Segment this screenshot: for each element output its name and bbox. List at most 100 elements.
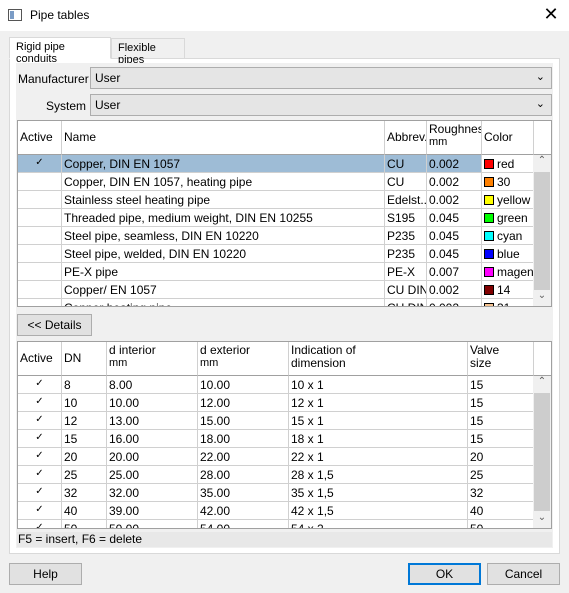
dimension-table-scrollbar[interactable]: ⌃ ⌄ bbox=[533, 376, 551, 528]
system-value: User bbox=[95, 98, 121, 112]
cell-de: 18.00 bbox=[198, 430, 289, 448]
col-valve-size[interactable]: Valve size bbox=[468, 342, 534, 376]
table-row[interactable]: Copper, DIN EN 1057, heating pipe CU 0.002… bbox=[18, 173, 534, 191]
scroll-up-icon[interactable]: ⌃ bbox=[533, 376, 551, 393]
manufacturer-label: Manufacturer bbox=[18, 72, 89, 86]
cell-ind: 15 x 1 bbox=[289, 412, 468, 430]
cell-di: 39.00 bbox=[107, 502, 198, 520]
scrollbar-thumb[interactable] bbox=[534, 172, 550, 290]
table-row[interactable]: ✓ Copper, DIN EN 1057 CU 0.002 red bbox=[18, 155, 534, 173]
scroll-up-icon[interactable]: ⌃ bbox=[533, 155, 551, 172]
tab-rigid-pipe-conduits[interactable]: Rigid pipe conduits bbox=[9, 37, 111, 65]
cell-color[interactable]: yellow bbox=[482, 191, 534, 209]
table-row[interactable]: Steel pipe, welded, DIN EN 10220 P235 0.04… bbox=[18, 245, 534, 263]
cell-ind: 10 x 1 bbox=[289, 376, 468, 394]
scroll-down-icon[interactable]: ⌄ bbox=[533, 290, 551, 306]
cell-active[interactable] bbox=[18, 281, 62, 299]
header-corner bbox=[534, 121, 551, 155]
cell-active[interactable] bbox=[18, 227, 62, 245]
cell-active[interactable] bbox=[18, 299, 62, 306]
cell-color[interactable]: 30 bbox=[482, 173, 534, 191]
cell-active[interactable]: ✓ bbox=[18, 394, 62, 412]
col-active[interactable]: Active bbox=[18, 342, 62, 376]
col-color[interactable]: Color bbox=[482, 121, 534, 155]
cell-active[interactable]: ✓ bbox=[18, 466, 62, 484]
cell-color[interactable]: magenta bbox=[482, 263, 534, 281]
table-row[interactable]: Copper heating pipeCU DIN0.002 31 bbox=[18, 299, 534, 306]
cell-active[interactable] bbox=[18, 209, 62, 227]
col-active[interactable]: Active bbox=[18, 121, 62, 155]
table-row[interactable]: ✓ 10 10.00 12.00 12 x 1 15 bbox=[18, 394, 534, 412]
table-row[interactable]: Copper/ EN 1057 CU DIN 0.002 14 bbox=[18, 281, 534, 299]
cell-de: 35.00 bbox=[198, 484, 289, 502]
table-row[interactable]: Steel pipe, seamless, DIN EN 10220 P235 0.… bbox=[18, 227, 534, 245]
col-d-interior[interactable]: d interior mm bbox=[107, 342, 198, 376]
cell-active[interactable]: ✓ bbox=[18, 412, 62, 430]
system-select[interactable]: User ⌄ bbox=[90, 94, 552, 116]
table-row[interactable]: ✓ 32 32.00 35.00 35 x 1,5 32 bbox=[18, 484, 534, 502]
pipe-table-scrollbar[interactable]: ⌃ ⌄ bbox=[533, 155, 551, 306]
cell-active[interactable]: ✓ bbox=[18, 484, 62, 502]
cell-color[interactable]: 14 bbox=[482, 281, 534, 299]
table-row[interactable]: ✓ 8 8.00 10.00 10 x 1 15 bbox=[18, 376, 534, 394]
cell-abbrev: PE-X bbox=[385, 263, 427, 281]
close-button[interactable]: ✕ bbox=[540, 4, 562, 25]
cell-color[interactable]: blue bbox=[482, 245, 534, 263]
table-row[interactable]: Stainless steel heating pipe Edelst... 0.0… bbox=[18, 191, 534, 209]
scroll-down-icon[interactable]: ⌄ bbox=[533, 512, 551, 528]
col-roughness[interactable]: Roughnes mm bbox=[427, 121, 482, 155]
ok-button[interactable]: OK bbox=[408, 563, 481, 585]
cell-active[interactable]: ✓ bbox=[18, 430, 62, 448]
table-row[interactable]: ✓ 50 50.00 54.00 54 x 2 50 bbox=[18, 520, 534, 528]
color-name: green bbox=[497, 211, 528, 225]
color-swatch bbox=[484, 267, 494, 277]
color-swatch bbox=[484, 303, 494, 306]
cell-active[interactable] bbox=[18, 191, 62, 209]
cell-active[interactable] bbox=[18, 245, 62, 263]
col-abbrev[interactable]: Abbrev. bbox=[385, 121, 427, 155]
cell-color[interactable]: red bbox=[482, 155, 534, 173]
cell-di: 8.00 bbox=[107, 376, 198, 394]
cell-active[interactable] bbox=[18, 263, 62, 281]
col-name[interactable]: Name bbox=[62, 121, 385, 155]
cell-dn: 12 bbox=[62, 412, 107, 430]
cell-roughness: 0.002 bbox=[427, 281, 482, 299]
help-button[interactable]: Help bbox=[9, 563, 82, 585]
cell-dn: 20 bbox=[62, 448, 107, 466]
col-indication[interactable]: Indication of dimension bbox=[289, 342, 468, 376]
cell-name: Threaded pipe, medium weight, DIN EN 102… bbox=[62, 209, 385, 227]
table-row[interactable]: Threaded pipe, medium weight, DIN EN 102… bbox=[18, 209, 534, 227]
cell-active[interactable]: ✓ bbox=[18, 448, 62, 466]
table-row[interactable]: ✓ 15 16.00 18.00 18 x 1 15 bbox=[18, 430, 534, 448]
tab-flexible-pipes[interactable]: Flexible pipes bbox=[111, 38, 185, 66]
table-row[interactable]: ✓ 25 25.00 28.00 28 x 1,5 25 bbox=[18, 466, 534, 484]
manufacturer-value: User bbox=[95, 71, 121, 85]
cell-active[interactable]: ✓ bbox=[18, 155, 62, 173]
table-row[interactable]: PE-X pipePE-X0.007 magenta bbox=[18, 263, 534, 281]
cell-abbrev: CU DIN bbox=[385, 281, 427, 299]
col-d-exterior[interactable]: d exterior mm bbox=[198, 342, 289, 376]
cell-valve: 15 bbox=[468, 394, 534, 412]
manufacturer-select[interactable]: User ⌄ bbox=[90, 67, 552, 89]
cell-dn: 15 bbox=[62, 430, 107, 448]
cell-color[interactable]: green bbox=[482, 209, 534, 227]
cell-color[interactable]: cyan bbox=[482, 227, 534, 245]
scrollbar-thumb[interactable] bbox=[534, 393, 550, 511]
table-row[interactable]: ✓ 40 39.00 42.00 42 x 1,5 40 bbox=[18, 502, 534, 520]
cell-di: 13.00 bbox=[107, 412, 198, 430]
cell-active[interactable]: ✓ bbox=[18, 502, 62, 520]
cell-name: Copper, DIN EN 1057 bbox=[62, 155, 385, 173]
cell-valve: 50 bbox=[468, 520, 534, 528]
cell-color[interactable]: 31 bbox=[482, 299, 534, 306]
table-row[interactable]: ✓ 12 13.00 15.00 15 x 1 15 bbox=[18, 412, 534, 430]
cell-ind: 18 x 1 bbox=[289, 430, 468, 448]
cell-de: 22.00 bbox=[198, 448, 289, 466]
table-row[interactable]: ✓ 20 20.00 22.00 22 x 1 20 bbox=[18, 448, 534, 466]
col-dn[interactable]: DN bbox=[62, 342, 107, 376]
details-button[interactable]: << Details bbox=[17, 314, 92, 336]
color-name: yellow bbox=[497, 193, 531, 207]
cell-active[interactable] bbox=[18, 173, 62, 191]
cell-active[interactable]: ✓ bbox=[18, 376, 62, 394]
cell-active[interactable]: ✓ bbox=[18, 520, 62, 528]
cancel-button[interactable]: Cancel bbox=[487, 563, 560, 585]
